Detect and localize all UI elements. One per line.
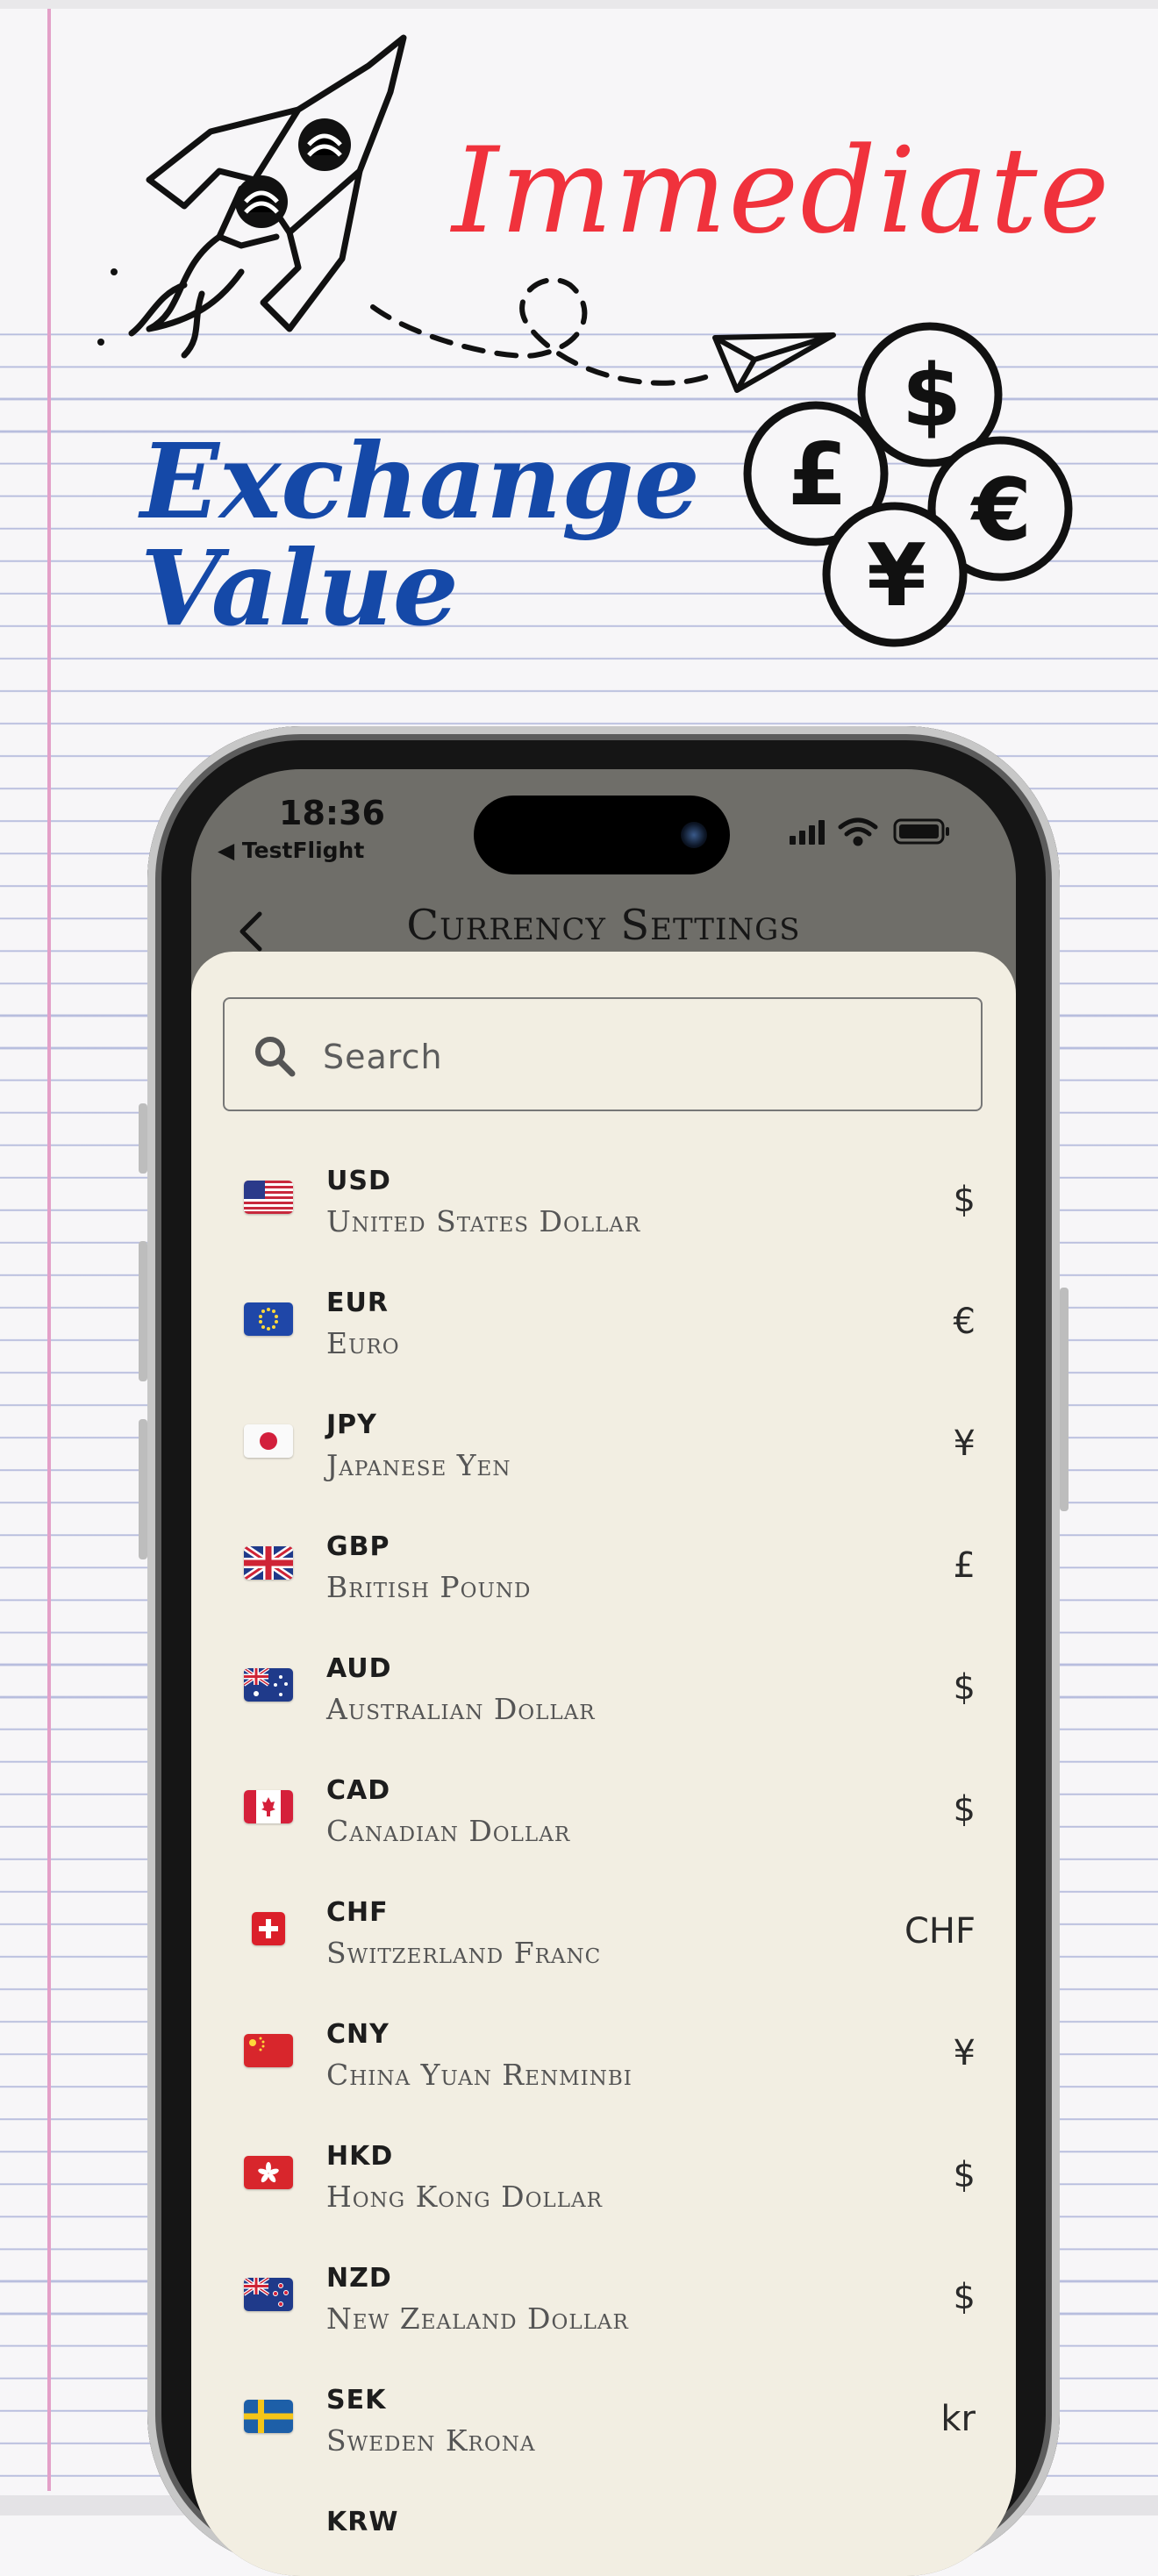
page-title: Currency Settings <box>406 901 801 950</box>
headline-exchange-value: Exchange Value <box>140 420 700 649</box>
dynamic-island <box>474 796 730 874</box>
flag-us-icon <box>244 1181 293 1214</box>
camera-icon <box>681 822 707 848</box>
currency-row-jpy[interactable]: JPY Japanese Yen ¥ <box>191 1388 1016 1510</box>
flag-jp-icon <box>244 1424 293 1458</box>
phone-volume-down-button <box>139 1419 147 1559</box>
search-field[interactable] <box>223 997 983 1111</box>
currency-name: Japanese Yen <box>326 1448 511 1482</box>
svg-text:€: € <box>970 460 1032 560</box>
currency-row-hkd[interactable]: HKD Hong Kong Dollar $ <box>191 2120 1016 2242</box>
currency-sheet: USD United States Dollar $ EUR Euro € JP… <box>191 952 1016 2576</box>
flag-eu-icon <box>244 1302 293 1336</box>
search-icon <box>255 1037 296 1077</box>
currency-name: Canadian Dollar <box>326 1814 571 1848</box>
currency-row-nzd[interactable]: NZD New Zealand Dollar $ <box>191 2242 1016 2364</box>
currency-symbol: € <box>953 1302 976 1342</box>
currency-code: USD <box>326 1166 391 1196</box>
svg-text:$: $ <box>902 346 961 446</box>
margin-line <box>47 9 51 2491</box>
currency-code: KRW <box>326 2507 399 2537</box>
currency-row-krw[interactable]: KRW <box>191 2486 1016 2576</box>
currency-row-chf[interactable]: CHF Switzerland Franc CHF <box>191 1876 1016 1998</box>
currency-row-sek[interactable]: SEK Sweden Krona kr <box>191 2364 1016 2486</box>
phone-power-button <box>1060 1288 1069 1511</box>
status-icons <box>790 817 949 846</box>
currency-name: Australian Dollar <box>326 1692 596 1726</box>
headline-exchange: Exchange <box>140 420 700 542</box>
battery-icon <box>893 818 949 845</box>
svg-text:£: £ <box>788 425 847 525</box>
flag-se-icon <box>244 2400 293 2433</box>
currency-code: CNY <box>326 2019 390 2050</box>
headline-value: Value <box>140 527 459 649</box>
currency-symbol: $ <box>953 1180 976 1220</box>
headline-immediate: Immediate <box>452 122 1112 260</box>
signal-icon <box>790 820 825 845</box>
currency-code: CAD <box>326 1775 391 1806</box>
currency-name: New Zealand Dollar <box>326 2301 629 2336</box>
svg-text:¥: ¥ <box>867 526 926 626</box>
currency-name: British Pound <box>326 1570 532 1604</box>
currency-code: HKD <box>326 2141 394 2172</box>
currency-symbol: $ <box>953 2155 976 2195</box>
currency-list: USD United States Dollar $ EUR Euro € JP… <box>191 1145 1016 2576</box>
flag-au-icon <box>244 1668 293 1702</box>
currency-code: EUR <box>326 1288 389 1318</box>
currency-code: AUD <box>326 1653 392 1684</box>
currency-row-cad[interactable]: CAD Canadian Dollar $ <box>191 1754 1016 1876</box>
currency-symbol: £ <box>953 1545 976 1586</box>
currency-row-aud[interactable]: AUD Australian Dollar $ <box>191 1632 1016 1754</box>
currency-code: CHF <box>326 1897 389 1928</box>
phone-action-button <box>139 1103 147 1174</box>
currency-code: JPY <box>326 1409 377 1440</box>
currency-symbol: $ <box>953 2277 976 2317</box>
phone-screen: 18:36 ◀ TestFlight Currency Settings Sea… <box>191 769 1016 2576</box>
flag-ca-icon <box>244 1790 293 1823</box>
currency-row-cny[interactable]: CNY China Yuan Renminbi ¥ <box>191 1998 1016 2120</box>
currency-symbol: ¥ <box>953 1424 976 1464</box>
flag-cn-icon <box>244 2034 293 2067</box>
currency-symbol: $ <box>953 1789 976 1830</box>
currency-name: Sweden Krona <box>326 2423 536 2458</box>
currency-name: Euro <box>326 1326 400 1360</box>
paper-top-edge <box>0 0 1158 9</box>
currency-row-eur[interactable]: EUR Euro € <box>191 1267 1016 1388</box>
wifi-icon <box>838 817 878 846</box>
currency-symbol: kr <box>940 2399 976 2439</box>
currency-symbol: $ <box>953 1667 976 1708</box>
currency-name: Hong Kong Dollar <box>326 2180 603 2214</box>
currency-code: NZD <box>326 2263 392 2294</box>
phone-volume-up-button <box>139 1241 147 1381</box>
currency-symbol: ¥ <box>953 2033 976 2073</box>
currency-name: Switzerland Franc <box>326 1936 602 1970</box>
currency-code: SEK <box>326 2385 387 2415</box>
currency-code: GBP <box>326 1531 390 1562</box>
currency-coins-doodle-icon: $ £ € ¥ <box>743 322 1073 647</box>
status-time: 18:36 <box>279 794 385 832</box>
currency-row-gbp[interactable]: GBP British Pound £ <box>191 1510 1016 1632</box>
currency-symbol: CHF <box>904 1911 976 1952</box>
flag-hk-icon <box>244 2156 293 2189</box>
back-to-testflight-link[interactable]: ◀ TestFlight <box>218 838 364 863</box>
search-input[interactable] <box>321 1025 956 1088</box>
currency-name: United States Dollar <box>326 1204 641 1238</box>
flag-gb-icon <box>244 1546 293 1580</box>
flag-ch-icon <box>252 1912 285 1945</box>
currency-row-usd[interactable]: USD United States Dollar $ <box>191 1145 1016 1267</box>
currency-name: China Yuan Renminbi <box>326 2058 633 2092</box>
flag-nz-icon <box>244 2278 293 2311</box>
